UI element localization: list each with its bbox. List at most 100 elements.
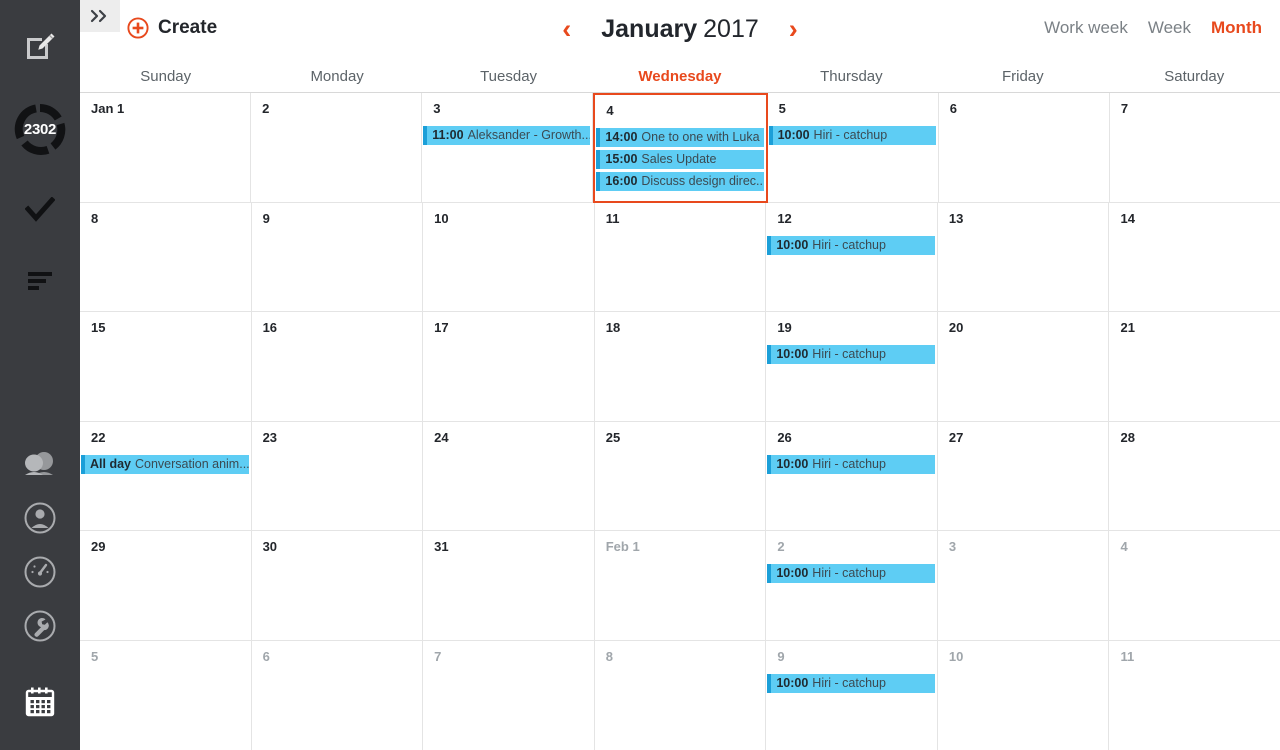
calendar-event[interactable]: All day Conversation anim... xyxy=(81,454,249,474)
day-cell[interactable]: 15 xyxy=(80,312,252,422)
day-cell[interactable]: 3 11:00 Aleksander - Growth... xyxy=(422,93,594,203)
day-number: 16 xyxy=(262,320,278,335)
event-list: 11:00 Aleksander - Growth... xyxy=(422,126,592,145)
day-cell[interactable]: 28 xyxy=(1109,421,1280,531)
day-number: 6 xyxy=(949,101,957,116)
event-time: 10:00 xyxy=(776,675,809,690)
day-number: 4 xyxy=(606,103,614,118)
day-header-wednesday: Wednesday xyxy=(638,68,722,85)
person-circle-icon[interactable] xyxy=(16,494,64,542)
calendar-event[interactable]: 10:00 Hiri - catchup xyxy=(767,235,935,255)
day-cell[interactable]: 6 xyxy=(938,93,1110,203)
view-option-month[interactable]: Month xyxy=(1211,18,1262,38)
day-cell-today[interactable]: 4 14:00 One to one with Luka 15:00 Sales Upd… xyxy=(593,93,768,203)
day-number: 5 xyxy=(91,648,99,664)
week-row: Jan 1 2 3 11:00 Aleksander - Growth... 4 14:00… xyxy=(80,93,1280,203)
day-cell[interactable]: 13 xyxy=(937,202,1110,312)
day-cell[interactable]: 7 xyxy=(423,640,595,750)
calendar-icon[interactable] xyxy=(16,678,64,726)
day-number: 29 xyxy=(91,539,106,554)
calendar-event[interactable]: 16:00 Discuss design direc... xyxy=(596,172,764,191)
sidebar-bottom-group xyxy=(0,440,80,750)
prev-month-button[interactable]: ‹ xyxy=(562,15,571,43)
day-number: 2 xyxy=(777,539,785,554)
event-title: Hiri - catchup xyxy=(812,675,886,690)
day-number: 3 xyxy=(948,539,957,554)
day-number: 27 xyxy=(948,429,964,445)
calendar-event[interactable]: 15:00 Sales Update xyxy=(596,150,764,169)
day-cell[interactable]: 17 xyxy=(423,312,595,422)
day-cell[interactable]: 5 10:00 Hiri - catchup xyxy=(767,93,939,203)
day-cell[interactable]: 8 xyxy=(80,202,252,312)
wrench-circle-icon[interactable] xyxy=(16,602,64,650)
calendar-event[interactable]: 10:00 Hiri - catchup xyxy=(767,673,935,693)
day-header-thursday: Thursday xyxy=(820,68,883,85)
event-title: Hiri - catchup xyxy=(812,566,886,580)
day-cell[interactable]: 16 xyxy=(251,312,424,422)
day-cell[interactable]: 18 xyxy=(594,312,767,422)
day-header-saturday: Saturday xyxy=(1164,68,1225,85)
day-number: 13 xyxy=(948,210,964,226)
people-icon[interactable] xyxy=(16,440,64,488)
calendar-event[interactable]: 10:00 Hiri - catchup xyxy=(767,454,935,474)
view-option-work-week[interactable]: Work week xyxy=(1044,18,1128,38)
calendar-event[interactable]: 10:00 Hiri - catchup xyxy=(767,345,935,364)
day-cell[interactable]: 30 xyxy=(251,531,424,641)
compose-pencil-icon[interactable] xyxy=(16,22,64,70)
calendar-event[interactable]: 11:00 Aleksander - Growth... xyxy=(423,126,591,145)
calendar-event[interactable]: 10:00 Hiri - catchup xyxy=(768,126,936,145)
day-cell[interactable]: 14 xyxy=(1109,202,1280,312)
day-cell[interactable]: 21 xyxy=(1109,312,1280,422)
day-cell[interactable]: 12 10:00 Hiri - catchup xyxy=(766,202,938,312)
calendar-event[interactable]: 14:00 One to one with Luka xyxy=(596,128,764,147)
check-icon[interactable] xyxy=(16,186,64,234)
next-month-button[interactable]: › xyxy=(789,15,798,43)
day-cell[interactable]: 26 10:00 Hiri - catchup xyxy=(766,421,938,531)
day-cell[interactable]: Feb 1 xyxy=(594,531,767,641)
day-cell[interactable]: 10 xyxy=(423,202,595,312)
day-cell[interactable]: 29 xyxy=(80,531,252,641)
day-cell[interactable]: 4 xyxy=(1109,531,1280,641)
day-cell[interactable]: Jan 1 xyxy=(80,93,252,203)
day-number: 10 xyxy=(434,210,449,226)
day-number: 19 xyxy=(777,320,792,335)
day-cell[interactable]: 22 All day Conversation anim... xyxy=(80,421,252,531)
day-cell[interactable]: 11 xyxy=(594,202,767,312)
day-number: 7 xyxy=(434,648,442,664)
day-cell[interactable]: 2 xyxy=(251,93,423,203)
day-cell[interactable]: 27 xyxy=(937,421,1110,531)
day-cell[interactable]: 23 xyxy=(251,421,424,531)
calendar-event[interactable]: 10:00 Hiri - catchup xyxy=(767,564,935,583)
gauge-circle-icon[interactable] xyxy=(16,548,64,596)
day-cell[interactable]: 6 xyxy=(251,640,424,750)
day-number: 31 xyxy=(434,539,449,554)
day-cell[interactable]: 31 xyxy=(423,531,595,641)
event-time: 10:00 xyxy=(776,347,809,361)
day-cell[interactable]: 2 10:00 Hiri - catchup xyxy=(766,531,938,641)
day-cell[interactable]: 7 xyxy=(1109,93,1280,203)
day-number: 25 xyxy=(605,429,621,445)
day-cell[interactable]: 8 xyxy=(594,640,767,750)
event-title: Sales Update xyxy=(641,152,717,166)
day-cell[interactable]: 10 xyxy=(937,640,1110,750)
day-cell[interactable]: 19 10:00 Hiri - catchup xyxy=(766,312,938,422)
day-number: 11 xyxy=(1120,648,1135,664)
event-title: Hiri - catchup xyxy=(812,456,886,471)
event-time: 15:00 xyxy=(605,152,638,166)
day-cell[interactable]: 20 xyxy=(937,312,1110,422)
create-button[interactable]: Create xyxy=(127,17,217,39)
view-option-week[interactable]: Week xyxy=(1148,18,1191,38)
expand-sidebar-button[interactable] xyxy=(80,0,120,32)
day-cell[interactable]: 5 xyxy=(80,640,252,750)
day-cell[interactable]: 25 xyxy=(594,421,767,531)
day-number: 10 xyxy=(948,648,964,664)
day-number: 15 xyxy=(91,320,106,335)
day-cell[interactable]: 24 xyxy=(423,421,595,531)
day-cell[interactable]: 11 xyxy=(1109,640,1280,750)
day-cell[interactable]: 9 10:00 Hiri - catchup xyxy=(766,640,938,750)
day-number: 20 xyxy=(948,320,964,335)
day-cell[interactable]: 3 xyxy=(937,531,1110,641)
list-lines-icon[interactable] xyxy=(16,256,64,304)
unread-count-badge[interactable]: 2302 xyxy=(13,102,67,156)
day-cell[interactable]: 9 xyxy=(251,202,424,312)
